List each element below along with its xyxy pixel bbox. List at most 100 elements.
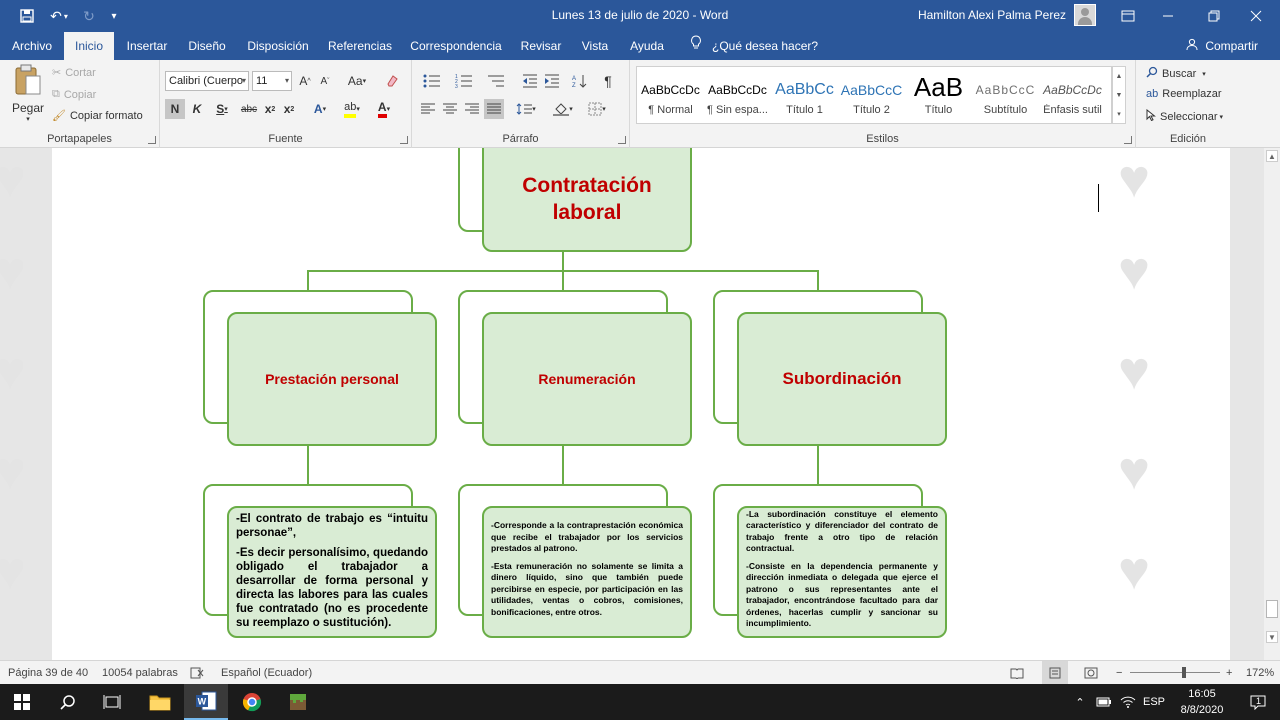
style-heading-2[interactable]: AaBbCcC Título 2 xyxy=(838,67,905,123)
bold-button[interactable]: N xyxy=(165,99,185,119)
tab-disposicion[interactable]: Disposición xyxy=(240,32,316,60)
format-painter-button[interactable]: 🖌 Copiar formato xyxy=(52,109,143,123)
root-node[interactable]: Contratación laboral xyxy=(482,148,692,252)
line-spacing-icon[interactable]: ▾ xyxy=(512,99,540,119)
style-subtitle[interactable]: AaBbCcC Subtítulo xyxy=(972,67,1039,123)
read-mode-icon[interactable] xyxy=(1010,661,1026,685)
scroll-thumb[interactable] xyxy=(1266,600,1278,618)
highlight-icon[interactable]: ab ▾ xyxy=(338,99,366,119)
chevron-down-icon[interactable]: ▼ xyxy=(1113,86,1125,105)
justify-icon[interactable] xyxy=(484,99,504,119)
zoom-in-icon[interactable]: + xyxy=(1226,661,1232,685)
style-subtle-emphasis[interactable]: AaBbCcDc Énfasis sutil xyxy=(1039,67,1106,123)
windows-start-icon[interactable] xyxy=(0,684,44,720)
print-layout-icon[interactable] xyxy=(1042,661,1068,685)
branch-node-renumeracion[interactable]: Renumeración xyxy=(482,312,692,446)
multilevel-list-icon[interactable] xyxy=(482,71,510,91)
style-heading-1[interactable]: AaBbCc Título 1 xyxy=(771,67,838,123)
user-name[interactable]: Hamilton Alexi Palma Perez xyxy=(900,8,1066,22)
chevron-up-icon[interactable]: ▲ xyxy=(1113,67,1125,86)
sort-icon[interactable]: AZ xyxy=(570,71,590,91)
more-styles-icon[interactable]: ▾ xyxy=(1113,105,1125,124)
language-status[interactable]: Español (Ecuador) xyxy=(221,661,312,685)
detail-node-renumeracion[interactable]: -Corresponde a la contraprestación econó… xyxy=(482,506,692,638)
avatar[interactable] xyxy=(1074,4,1096,26)
borders-icon[interactable]: ▾ xyxy=(582,99,612,119)
italic-button[interactable]: K xyxy=(187,99,207,119)
redo-icon[interactable]: ↻ xyxy=(78,0,100,32)
styles-launcher-icon[interactable] xyxy=(1124,136,1132,144)
select-button[interactable]: Seleccionar ▾ xyxy=(1146,108,1223,124)
battery-icon[interactable] xyxy=(1094,684,1114,720)
zoom-level[interactable]: 172% xyxy=(1246,661,1274,685)
tab-diseno[interactable]: Diseño xyxy=(180,32,234,60)
underline-button[interactable]: S ▾ xyxy=(209,99,235,119)
replace-button[interactable]: ab Reemplazar xyxy=(1146,88,1222,100)
search-icon[interactable] xyxy=(46,684,90,720)
minecraft-icon[interactable] xyxy=(276,684,320,720)
style-no-spacing[interactable]: AaBbCcDc ¶ Sin espa... xyxy=(704,67,771,123)
undo-icon[interactable]: ↶ ▾ xyxy=(44,0,74,32)
restore-icon[interactable] xyxy=(1194,0,1234,32)
minimize-icon[interactable] xyxy=(1148,0,1188,32)
detail-node-subordinacion[interactable]: -La subordinación constituye el elemento… xyxy=(737,506,947,638)
tab-correspondencia[interactable]: Correspondencia xyxy=(404,32,508,60)
find-button[interactable]: Buscar ▾ xyxy=(1146,66,1206,81)
save-icon[interactable] xyxy=(14,0,40,32)
font-size-select[interactable]: 11 ▾ xyxy=(252,71,292,91)
zoom-slider-thumb[interactable] xyxy=(1182,667,1186,678)
tab-inicio[interactable]: Inicio xyxy=(64,32,114,60)
align-left-icon[interactable] xyxy=(418,99,438,119)
page-count[interactable]: Página 39 de 40 xyxy=(8,661,88,685)
scroll-down-icon[interactable]: ▼ xyxy=(1266,631,1278,643)
chrome-icon[interactable] xyxy=(230,684,274,720)
styles-gallery-scroll[interactable]: ▲ ▼ ▾ xyxy=(1112,66,1126,124)
copy-button[interactable]: ⧉ Copiar xyxy=(52,88,96,101)
branch-node-prestacion[interactable]: Prestación personal xyxy=(227,312,437,446)
cut-button[interactable]: ✂ Cortar xyxy=(52,66,96,80)
input-language[interactable]: ESP xyxy=(1142,684,1166,720)
zoom-slider[interactable] xyxy=(1130,672,1220,673)
tab-vista[interactable]: Vista xyxy=(574,32,616,60)
strikethrough-button[interactable]: abc xyxy=(238,99,260,119)
increase-indent-icon[interactable] xyxy=(542,71,562,91)
shrink-font-icon[interactable]: Aˇ xyxy=(316,71,334,91)
ribbon-display-options-icon[interactable] xyxy=(1108,0,1148,32)
task-view-icon[interactable] xyxy=(90,684,134,720)
text-effects-icon[interactable]: A ▾ xyxy=(306,99,334,119)
shading-icon[interactable]: ▾ xyxy=(548,99,578,119)
superscript-button[interactable]: x2 xyxy=(280,99,298,119)
align-right-icon[interactable] xyxy=(462,99,482,119)
proofing-icon[interactable] xyxy=(190,661,204,685)
font-color-icon[interactable]: A ▾ xyxy=(370,99,398,119)
numbering-icon[interactable]: 123 xyxy=(450,71,478,91)
tab-revisar[interactable]: Revisar xyxy=(514,32,568,60)
tab-referencias[interactable]: Referencias xyxy=(322,32,398,60)
clipboard-launcher-icon[interactable] xyxy=(148,136,156,144)
file-explorer-icon[interactable] xyxy=(138,684,182,720)
paste-button[interactable]: Pegar ▾ xyxy=(8,64,48,128)
scroll-up-icon[interactable]: ▲ xyxy=(1266,150,1278,162)
branch-node-subordinacion[interactable]: Subordinación xyxy=(737,312,947,446)
word-count[interactable]: 10054 palabras xyxy=(102,661,178,685)
clear-formatting-icon[interactable] xyxy=(382,71,402,91)
tell-me-search[interactable]: ¿Qué desea hacer? xyxy=(690,32,818,60)
web-layout-icon[interactable] xyxy=(1084,661,1100,685)
paragraph-launcher-icon[interactable] xyxy=(618,136,626,144)
share-button[interactable]: Compartir xyxy=(1186,32,1258,60)
document-page[interactable]: ♥ ♥ ♥ ♥ ♥ Contratación laboral Prestació… xyxy=(52,148,1230,660)
tab-archivo[interactable]: Archivo xyxy=(6,32,58,60)
zoom-out-icon[interactable]: − xyxy=(1116,661,1122,685)
font-name-select[interactable]: Calibri (Cuerpo ▾ xyxy=(165,71,249,91)
tab-ayuda[interactable]: Ayuda xyxy=(622,32,672,60)
style-normal[interactable]: AaBbCcDc ¶ Normal xyxy=(637,67,704,123)
subscript-button[interactable]: x2 xyxy=(261,99,279,119)
tab-insertar[interactable]: Insertar xyxy=(120,32,174,60)
chevron-up-icon[interactable]: ⌃ xyxy=(1070,684,1090,720)
grow-font-icon[interactable]: A ^ xyxy=(296,71,314,91)
close-icon[interactable] xyxy=(1236,0,1276,32)
decrease-indent-icon[interactable] xyxy=(520,71,540,91)
word-taskbar-icon[interactable]: W xyxy=(184,684,228,720)
clock[interactable]: 16:05 8/8/2020 xyxy=(1172,686,1232,718)
pilcrow-icon[interactable]: ¶ xyxy=(598,71,618,91)
